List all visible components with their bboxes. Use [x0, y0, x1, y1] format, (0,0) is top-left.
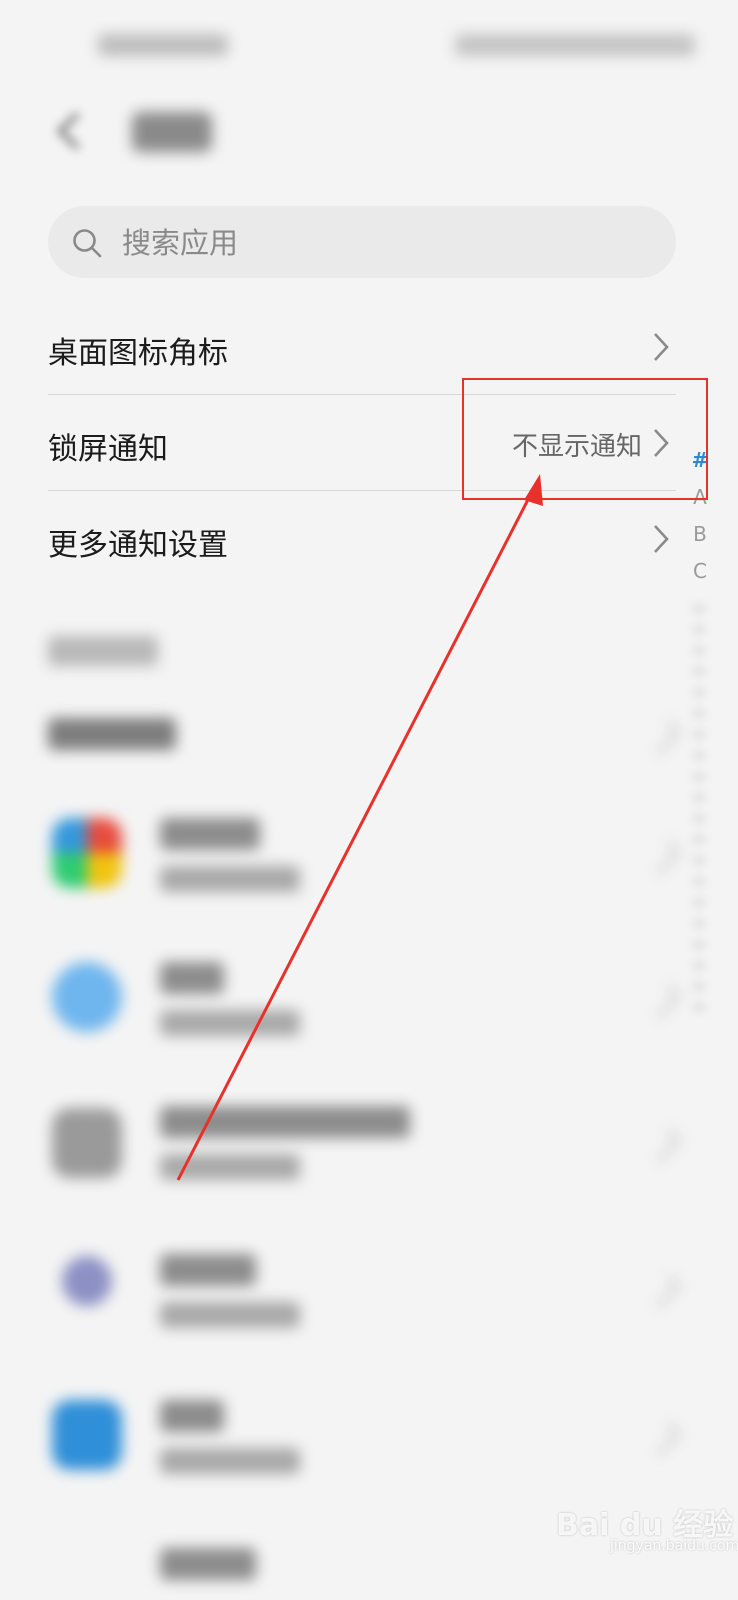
more-notification-label: 更多通知设置: [48, 528, 228, 563]
chevron-right-icon: [654, 333, 669, 361]
alphabet-index-rest[interactable]: [692, 590, 706, 1420]
status-bar-right: [455, 34, 695, 56]
index-letter-b[interactable]: B: [686, 516, 714, 553]
section-header: [48, 636, 158, 666]
app-status: [160, 1010, 300, 1036]
app-icon[interactable]: [52, 1108, 122, 1178]
chevron-right-icon: [646, 984, 681, 1019]
app-name: [160, 1548, 256, 1580]
app-icon[interactable]: [52, 818, 122, 888]
page-title: [132, 112, 212, 152]
search-input[interactable]: [120, 220, 644, 266]
chevron-right-icon: [646, 720, 681, 755]
app-status: [160, 1302, 300, 1328]
app-name: [160, 1106, 410, 1138]
status-bar-left: [98, 34, 228, 56]
lockscreen-notification-label: 锁屏通知: [48, 432, 168, 467]
app-name: [160, 1400, 224, 1432]
annotation-highlight-box: [462, 378, 708, 500]
watermark-url: jingyan.baidu.com: [610, 1538, 738, 1554]
app-status: [160, 1448, 300, 1474]
chevron-right-icon: [646, 1274, 681, 1309]
app-icon[interactable]: [52, 962, 122, 1032]
back-arrow-icon[interactable]: [48, 108, 94, 154]
all-apps-row[interactable]: [48, 718, 176, 750]
app-status: [160, 866, 300, 892]
app-name: [160, 818, 260, 850]
app-icon[interactable]: [52, 1400, 122, 1470]
desktop-badge-label: 桌面图标角标: [48, 336, 228, 371]
chevron-right-icon: [646, 840, 681, 875]
app-name: [160, 962, 224, 994]
app-icon[interactable]: [62, 1256, 112, 1306]
index-letter-c[interactable]: C: [686, 553, 714, 590]
app-status: [160, 1154, 300, 1180]
chevron-right-icon: [646, 1422, 681, 1457]
search-icon: [73, 229, 102, 258]
search-bar[interactable]: [48, 206, 676, 278]
chevron-right-icon: [654, 525, 669, 553]
chevron-right-icon: [646, 1128, 681, 1163]
settings-row-more-notification[interactable]: 更多通知设置: [48, 492, 676, 588]
app-name: [160, 1254, 256, 1286]
